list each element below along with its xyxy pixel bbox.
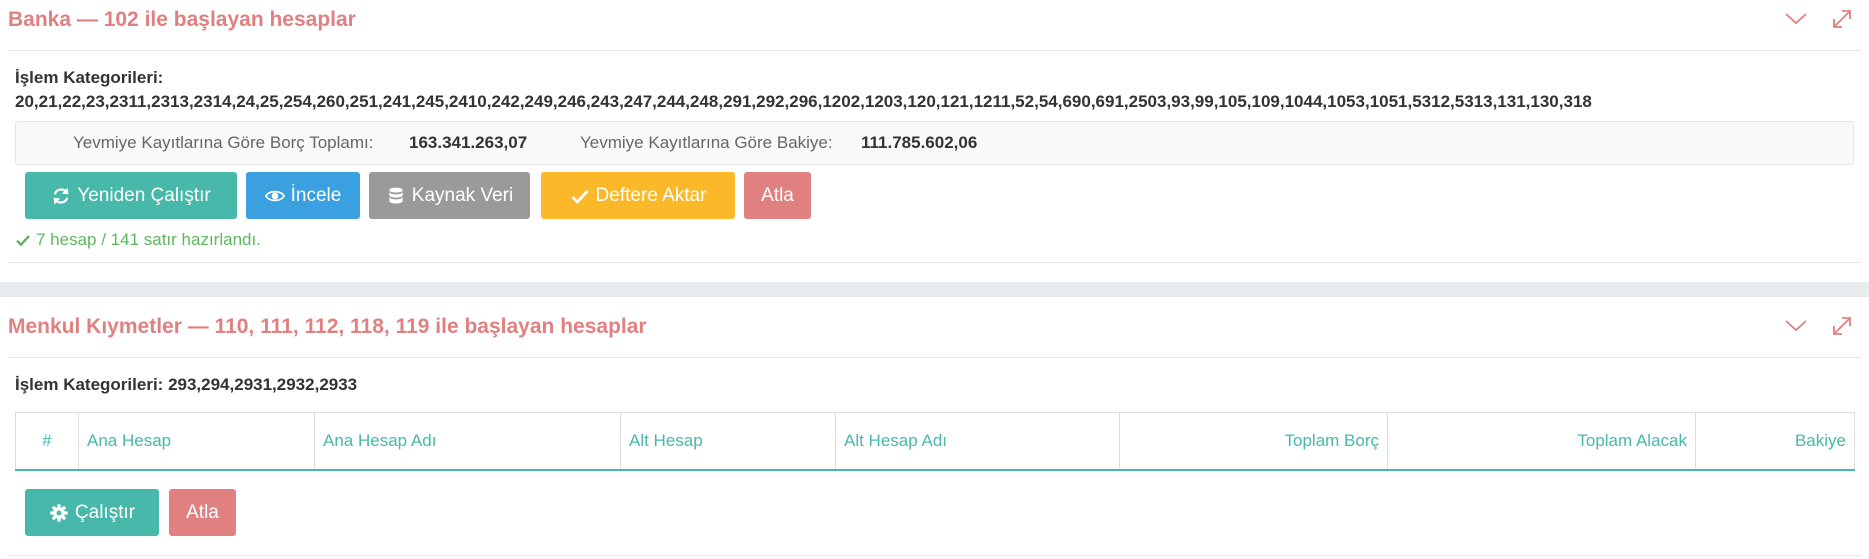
categories-value: 293,294,2931,2932,2933 <box>168 375 358 394</box>
balance-label: Yevmiye Kayıtlarına Göre Bakiye: <box>580 133 833 152</box>
inspect-button[interactable]: İncele <box>246 172 360 219</box>
col-total-debit[interactable]: Toplam Borç <box>1119 412 1388 471</box>
source-data-button[interactable]: Kaynak Veri <box>369 172 530 219</box>
source-data-button-label: Kaynak Veri <box>411 184 514 206</box>
chevron-down-icon[interactable] <box>1783 313 1809 339</box>
skip-button-label: Atla <box>186 501 219 523</box>
run-button-label: Çalıştır <box>74 501 136 523</box>
transfer-button-label: Deftere Aktar <box>595 184 707 206</box>
bank-panel: Banka — 102 ile başlayan hesaplar İşlem … <box>0 0 1869 282</box>
run-button[interactable]: Çalıştır <box>25 489 159 536</box>
refresh-icon <box>53 187 69 204</box>
securities-panel-tools <box>1783 313 1855 339</box>
categories-label: İşlem Kategorileri: <box>15 68 164 87</box>
col-sub-account[interactable]: Alt Hesap <box>620 412 836 471</box>
expand-icon[interactable] <box>1829 313 1855 339</box>
divider <box>8 555 1861 556</box>
col-main-account[interactable]: Ana Hesap <box>78 412 315 471</box>
col-main-account-name[interactable]: Ana Hesap Adı <box>314 412 621 471</box>
database-icon <box>389 187 403 203</box>
check-icon <box>16 235 30 247</box>
debit-total-label: Yevmiye Kayıtlarına Göre Borç Toplamı: <box>73 133 374 152</box>
debit-total-value: 163.341.263,07 <box>409 133 528 152</box>
check-icon <box>571 189 589 204</box>
balance-value: 111.785.602,06 <box>861 133 978 152</box>
divider <box>8 50 1861 51</box>
rerun-button[interactable]: Yeniden Çalıştır <box>25 172 237 219</box>
transfer-to-ledger-button[interactable]: Deftere Aktar <box>541 172 735 219</box>
accounts-table: # Ana Hesap Ana Hesap Adı Alt Hesap Alt … <box>15 412 1855 471</box>
bank-panel-title: Banka — 102 ile başlayan hesaplar <box>8 8 356 31</box>
rerun-button-label: Yeniden Çalıştır <box>77 184 211 206</box>
eye-icon <box>264 190 285 201</box>
gear-icon <box>50 503 68 522</box>
status-message: 7 hesap / 141 satır hazırlandı. <box>15 230 261 250</box>
col-balance[interactable]: Bakiye <box>1695 412 1855 471</box>
securities-panel-title: Menkul Kıymetler — 110, 111, 112, 118, 1… <box>8 315 647 338</box>
skip-button-label: Atla <box>761 184 794 206</box>
categories-line: İşlem Kategorileri: 293,294,2931,2932,29… <box>15 375 357 395</box>
skip-button[interactable]: Atla <box>744 172 811 219</box>
bank-panel-tools <box>1783 6 1855 32</box>
col-index[interactable]: # <box>15 412 79 471</box>
col-total-credit[interactable]: Toplam Alacak <box>1387 412 1696 471</box>
inspect-button-label: İncele <box>290 184 342 206</box>
divider <box>8 357 1861 358</box>
summary-box: Yevmiye Kayıtlarına Göre Borç Toplamı: 1… <box>15 121 1854 165</box>
securities-panel: Menkul Kıymetler — 110, 111, 112, 118, 1… <box>0 297 1869 559</box>
skip-button[interactable]: Atla <box>169 489 236 536</box>
table-header-row: # Ana Hesap Ana Hesap Adı Alt Hesap Alt … <box>15 412 1855 471</box>
divider <box>8 262 1861 263</box>
chevron-down-icon[interactable] <box>1783 6 1809 32</box>
categories-label: İşlem Kategorileri: <box>15 375 164 394</box>
col-sub-account-name[interactable]: Alt Hesap Adı <box>835 412 1120 471</box>
section-gap <box>0 282 1869 297</box>
categories-value: 20,21,22,23,2311,2313,2314,24,25,254,260… <box>15 92 1592 111</box>
expand-icon[interactable] <box>1829 6 1855 32</box>
status-text: 7 hesap / 141 satır hazırlandı. <box>36 230 261 249</box>
